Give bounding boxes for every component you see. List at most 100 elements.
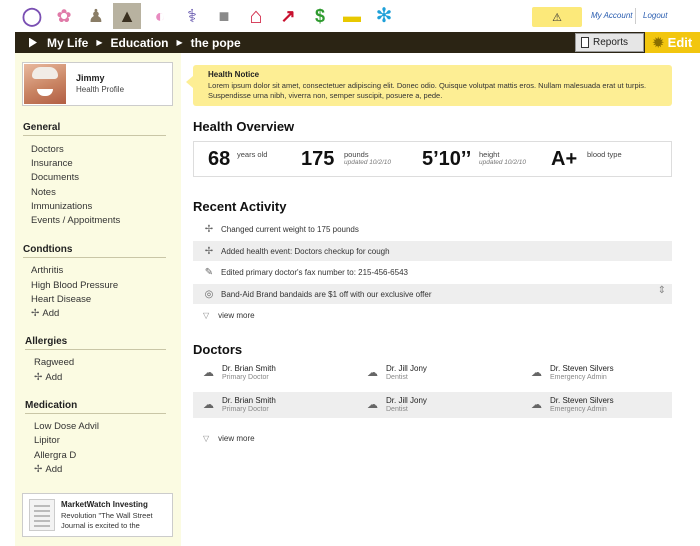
edit-label: Edit <box>667 35 693 50</box>
add-medication-button[interactable]: ✢ Add <box>34 464 62 475</box>
doctor-icon: ☁ <box>531 367 542 379</box>
marketwatch-ad[interactable]: MarketWatch Investing Revolution "The Wa… <box>22 493 173 537</box>
sidebar: Jimmy Health Profile General Doctors Ins… <box>15 53 181 546</box>
activity-text: Changed current weight to 175 pounds <box>221 224 359 234</box>
ad-title: MarketWatch Investing <box>61 500 148 509</box>
doctor-role: Emergency Admin <box>550 374 607 381</box>
view-more-label: view more <box>218 311 255 320</box>
breadcrumb-item-current: the pope <box>190 35 241 50</box>
sidebar-item-insurance[interactable]: Insurance <box>31 158 73 169</box>
weight-label: pounds <box>344 150 369 159</box>
doctors-view-more-link[interactable]: ▽ view more <box>203 434 255 443</box>
sidebar-item-high-blood-pressure[interactable]: High Blood Pressure <box>31 280 118 291</box>
globe-icon[interactable]: ◐ <box>146 3 174 29</box>
section-divider <box>25 349 166 350</box>
lock-icon[interactable]: ■ <box>210 3 238 29</box>
snowflake-icon[interactable]: ✻ <box>370 3 398 29</box>
doctor-row: ☁ Dr. Brian Smith Primary Doctor ☁ Dr. J… <box>193 361 672 387</box>
scroll-arrows-icon[interactable]: ⇕ <box>658 286 666 296</box>
profile-name: Jimmy <box>76 73 105 83</box>
notice-title: Health Notice <box>208 70 260 79</box>
doctor-name: Dr. Steven Silvers <box>550 364 614 373</box>
chevron-down-icon: ▽ <box>203 311 210 320</box>
pencil-icon: ✎ <box>204 266 214 278</box>
sidebar-item-events[interactable]: Events / Appoitments <box>31 215 120 226</box>
color-wheel-icon[interactable]: ◯ <box>18 3 46 29</box>
section-divider <box>23 135 166 136</box>
sidebar-item-arthritis[interactable]: Arthritis <box>31 265 63 276</box>
sidebar-item-lipitor[interactable]: Lipitor <box>34 435 60 446</box>
newspaper-icon <box>29 499 55 531</box>
doctor-name: Dr. Steven Silvers <box>550 396 614 405</box>
baby-icon[interactable]: ✿ <box>50 3 78 29</box>
house-icon[interactable]: ⌂ <box>242 3 270 29</box>
section-divider <box>25 413 166 414</box>
add-allergy-button[interactable]: ✢ Add <box>34 372 62 383</box>
gear-icon: ✹ <box>652 34 664 50</box>
breadcrumb-item-education[interactable]: Education <box>111 36 169 50</box>
family-icon[interactable]: ♟ <box>82 3 110 29</box>
warning-button[interactable]: ⚠ <box>532 7 582 27</box>
doctor-icon: ☁ <box>367 367 378 379</box>
caduceus-icon[interactable]: ⚕ <box>178 3 206 29</box>
activity-text: Edited primary doctor's fax number to: 2… <box>221 267 408 277</box>
sidebar-item-low-dose-advil[interactable]: Low Dose Advil <box>34 421 99 432</box>
plus-icon: ✢ <box>34 372 43 383</box>
section-divider <box>23 257 166 258</box>
activity-view-more-link[interactable]: ▽ view more <box>203 311 255 320</box>
doctor-role: Primary Doctor <box>222 406 269 413</box>
briefcase-icon[interactable]: ▬ <box>338 3 366 29</box>
activity-text: Band-Aid Brand bandaids are $1 off with … <box>221 289 432 299</box>
sidebar-item-documents[interactable]: Documents <box>31 172 79 183</box>
breadcrumb-item-my-life[interactable]: My Life <box>47 36 88 50</box>
profile-card[interactable]: Jimmy Health Profile <box>22 62 173 106</box>
document-icon <box>581 37 589 48</box>
reports-label: Reports <box>593 37 629 48</box>
doctor-role: Primary Doctor <box>222 374 269 381</box>
view-more-label: view more <box>218 434 255 443</box>
activity-row: ✢ Changed current weight to 175 pounds <box>193 219 672 239</box>
age-value: 68 <box>208 148 231 170</box>
sidebar-item-ragweed[interactable]: Ragweed <box>34 357 74 368</box>
doctor-name: Dr. Brian Smith <box>222 364 276 373</box>
sidebar-item-doctors[interactable]: Doctors <box>31 144 64 155</box>
sidebar-item-notes[interactable]: Notes <box>31 187 56 198</box>
weight-value: 175 <box>301 148 335 170</box>
age-label: years old <box>237 150 268 159</box>
doctors-title: Doctors <box>193 342 243 357</box>
breadcrumb: My Life ▶ Education ▶ the pope Reports ✹… <box>15 32 700 53</box>
graduation-cap-icon[interactable]: ▲ <box>113 3 141 29</box>
edit-button[interactable]: ✹ Edit <box>645 32 700 53</box>
breadcrumb-separator-icon: ▶ <box>176 38 183 47</box>
doctor-icon: ☁ <box>203 399 214 411</box>
reports-button[interactable]: Reports <box>575 33 644 52</box>
sidebar-section-allergies: Allergies <box>25 336 68 347</box>
trend-arrow-icon[interactable]: ↗ <box>274 3 302 29</box>
app-icon-bar: ◯ ✿ ♟ ▲ ◐ ⚕ ■ ⌂ ↗ $ ▬ ✻ ⚠ My Account Log… <box>0 0 700 32</box>
weight-updated: updated 10/2/10 <box>344 159 391 166</box>
plus-cross-icon: ✢ <box>204 223 214 235</box>
sidebar-section-conditions: Condtions <box>23 244 73 255</box>
plus-icon: ✢ <box>34 464 43 475</box>
add-label: Add <box>45 372 63 383</box>
add-label: Add <box>45 464 63 475</box>
avatar <box>24 64 66 104</box>
height-updated: updated 10/2/10 <box>479 159 526 166</box>
activity-row: ◎ Band-Aid Brand bandaids are $1 off wit… <box>193 284 672 304</box>
top-link-divider <box>635 8 636 24</box>
sidebar-item-allergra-d[interactable]: Allergra D <box>34 450 76 461</box>
doctor-icon: ☁ <box>203 367 214 379</box>
add-label: Add <box>42 308 60 319</box>
sidebar-item-heart-disease[interactable]: Heart Disease <box>31 294 91 305</box>
profile-subtitle: Health Profile <box>76 85 125 94</box>
sidebar-item-immunizations[interactable]: Immunizations <box>31 201 92 212</box>
my-account-link[interactable]: My Account <box>591 11 633 20</box>
logout-link[interactable]: Logout <box>643 11 667 20</box>
add-condition-button[interactable]: ✢ Add <box>31 308 59 319</box>
height-label: height <box>479 150 500 159</box>
doctor-name: Dr. Brian Smith <box>222 396 276 405</box>
dollar-icon[interactable]: $ <box>306 3 334 29</box>
activity-row: ✎ Edited primary doctor's fax number to:… <box>193 262 672 282</box>
blood-type-value: A+ <box>551 148 578 170</box>
doctor-icon: ☁ <box>367 399 378 411</box>
